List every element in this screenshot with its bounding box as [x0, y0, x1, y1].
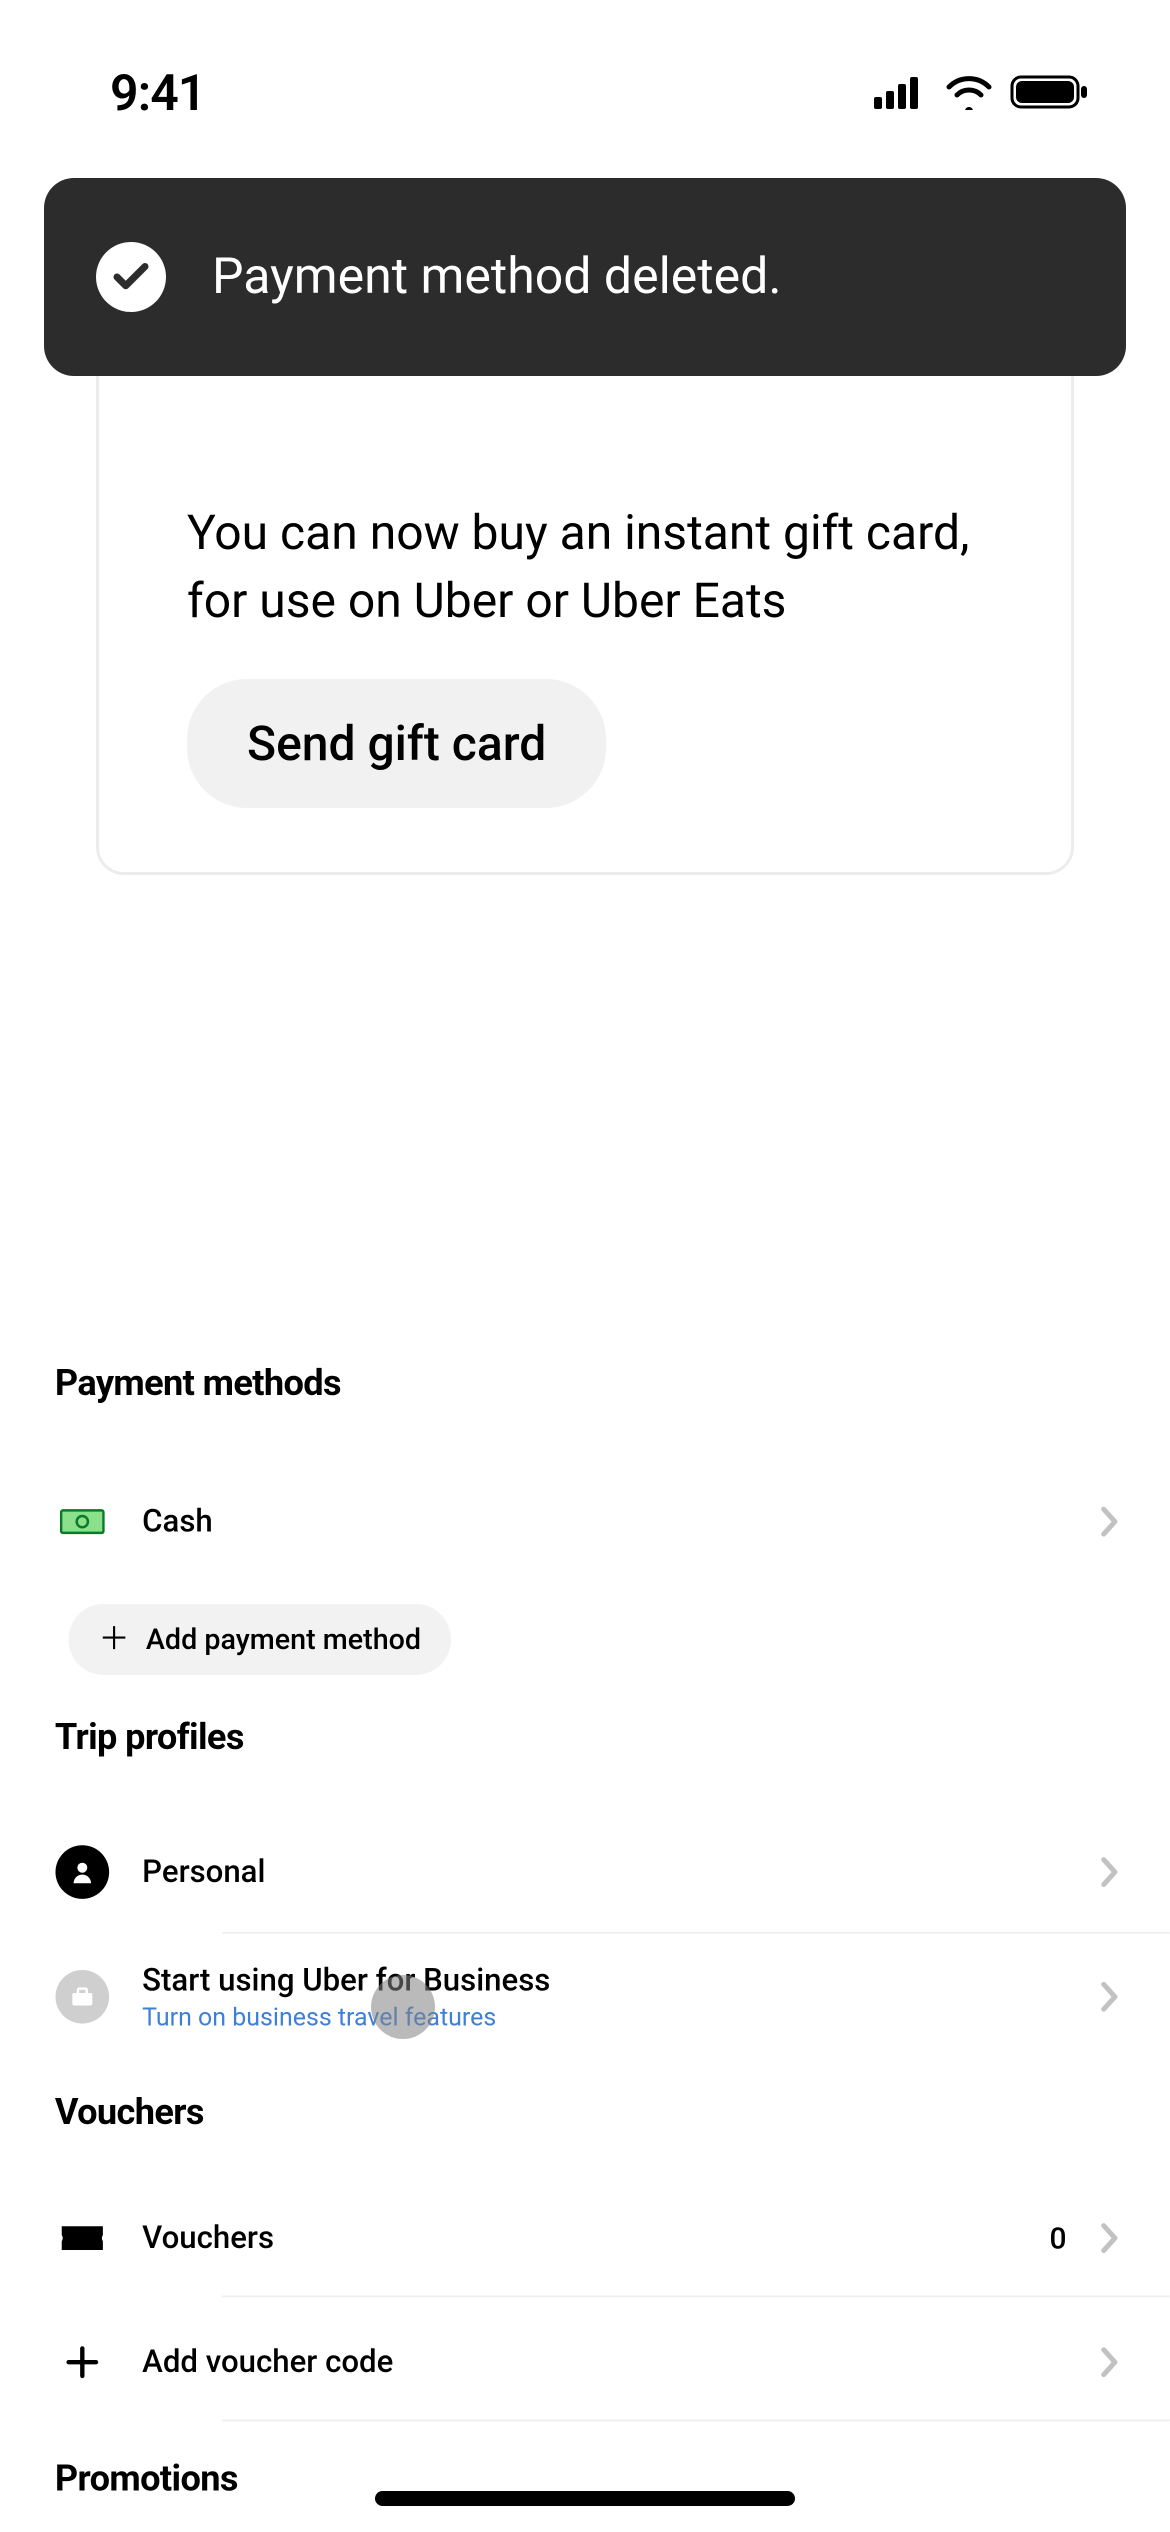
add-payment-method-button[interactable]: ＋ Add payment method [69, 1604, 451, 1675]
payment-method-label: Cash [142, 1504, 213, 1540]
cash-icon [55, 1507, 110, 1537]
trip-profiles-heading: Trip profiles [0, 1716, 1170, 1758]
chevron-right-icon [1100, 1982, 1119, 2012]
send-gift-card-button[interactable]: Send gift card [187, 679, 606, 808]
trip-profile-label: Personal [142, 1854, 265, 1890]
chevron-right-icon [1100, 2347, 1119, 2377]
trip-profile-personal[interactable]: Personal [0, 1833, 1170, 1910]
status-time: 9:41 [110, 65, 205, 123]
vouchers-heading: Vouchers [0, 2091, 1170, 2133]
toast-notification: Payment method deleted. [44, 178, 1126, 376]
payment-methods-heading: Payment methods [0, 1362, 1170, 1404]
chevron-right-icon [1100, 1507, 1119, 1537]
status-icons [874, 73, 1090, 115]
add-payment-method-label: Add payment method [146, 1623, 421, 1657]
status-bar: 9:41 [0, 0, 1170, 150]
person-icon [55, 1845, 109, 1899]
toast-message: Payment method deleted. [212, 248, 782, 306]
add-voucher-code-label: Add voucher code [142, 2344, 393, 2380]
voucher-icon [55, 2224, 110, 2253]
battery-icon [1010, 73, 1090, 115]
gift-card-text: You can now buy an instant gift card, fo… [187, 499, 983, 635]
vouchers-row[interactable]: Vouchers 0 [0, 2199, 1170, 2276]
trip-profile-business-label: Start using Uber for Business [142, 1962, 550, 1998]
add-voucher-code-row[interactable]: Add voucher code [0, 2324, 1170, 2401]
briefcase-icon [55, 1970, 109, 2024]
payment-method-cash[interactable]: Cash [0, 1483, 1170, 1560]
chevron-right-icon [1100, 1857, 1119, 1887]
checkmark-icon [96, 242, 166, 312]
trip-profile-business-sublabel[interactable]: Turn on business travel features [142, 2002, 550, 2031]
home-indicator [375, 2491, 795, 2506]
vouchers-label: Vouchers [142, 2220, 274, 2256]
trip-profile-business[interactable]: Start using Uber for Business Turn on bu… [0, 1950, 1170, 2044]
wifi-icon [944, 74, 994, 114]
vouchers-count: 0 [1049, 2220, 1066, 2256]
cellular-icon [874, 75, 928, 113]
plus-icon: ＋ [99, 1624, 130, 1655]
touch-indicator [371, 1975, 435, 2039]
plus-icon [55, 2345, 110, 2380]
chevron-right-icon [1100, 2223, 1119, 2253]
